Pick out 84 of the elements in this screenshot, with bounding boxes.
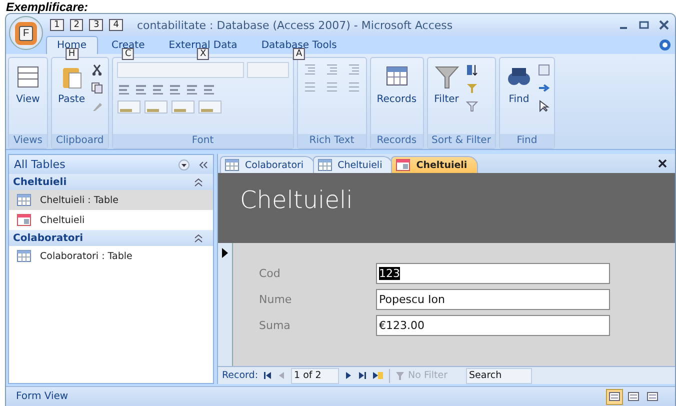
cut-icon[interactable] bbox=[91, 64, 103, 76]
form-title: Cheltuieli bbox=[240, 186, 353, 214]
ribbon-button[interactable]: Find bbox=[504, 62, 534, 107]
nav-item[interactable]: Colaboratori : Table bbox=[9, 246, 213, 266]
group-label: Views bbox=[9, 134, 47, 148]
current-record-icon bbox=[222, 248, 228, 258]
format-icon[interactable] bbox=[184, 82, 199, 96]
search-field[interactable]: Search bbox=[466, 368, 532, 384]
window-title: contabilitate : Database (Access 2007) - Microsoft Access bbox=[136, 18, 454, 32]
group-label: Records bbox=[370, 134, 423, 148]
group-label: Find bbox=[500, 134, 554, 148]
first-record-icon[interactable] bbox=[263, 371, 272, 380]
group-label: Sort & Filter bbox=[428, 134, 495, 148]
previous-record-icon bbox=[277, 371, 286, 380]
text-field[interactable]: €123.00 bbox=[376, 315, 610, 336]
dropdown-icon[interactable] bbox=[178, 158, 190, 170]
color-picker-icon[interactable] bbox=[116, 100, 141, 114]
color-picker-icon[interactable] bbox=[144, 100, 168, 114]
group-label: Clipboard bbox=[52, 134, 108, 148]
keytip: 1 bbox=[50, 19, 64, 31]
new-record-icon[interactable] bbox=[372, 371, 384, 380]
table-icon bbox=[17, 194, 31, 206]
keytip: X bbox=[196, 48, 210, 60]
record-label: Record: bbox=[222, 370, 258, 381]
keytip: C bbox=[122, 48, 134, 60]
arrow-icon[interactable] bbox=[538, 82, 550, 94]
format-icon[interactable] bbox=[116, 82, 131, 96]
document-tab[interactable]: Cheltuieli bbox=[391, 156, 478, 173]
keytip: H bbox=[65, 48, 78, 60]
text-field[interactable]: 123 bbox=[376, 263, 610, 284]
field-label: Suma bbox=[259, 319, 292, 332]
close-icon[interactable] bbox=[658, 159, 667, 168]
last-record-icon[interactable] bbox=[358, 371, 368, 380]
collapse-icon[interactable] bbox=[198, 160, 208, 170]
nav-item[interactable]: Cheltuieli bbox=[9, 210, 213, 230]
filter-icon[interactable] bbox=[466, 82, 478, 94]
ribbon-button[interactable]: Filter bbox=[432, 62, 462, 107]
funnel-icon bbox=[395, 370, 406, 380]
collapse-icon[interactable] bbox=[194, 234, 203, 242]
document-tab[interactable]: Cheltuieli bbox=[312, 156, 394, 173]
maximize-icon[interactable] bbox=[639, 20, 649, 30]
group-label: Font bbox=[112, 134, 293, 148]
keytip: A bbox=[293, 48, 306, 60]
filter-icon[interactable] bbox=[466, 100, 478, 112]
table-icon bbox=[318, 159, 332, 171]
copy-icon[interactable] bbox=[91, 82, 103, 94]
keytip: 3 bbox=[89, 19, 104, 31]
record-selector[interactable] bbox=[218, 243, 233, 366]
pane-title: All Tables bbox=[14, 158, 66, 171]
format-icon[interactable] bbox=[168, 82, 182, 96]
collapse-icon[interactable] bbox=[194, 178, 203, 186]
ribbon-button[interactable]: Paste bbox=[56, 62, 87, 107]
cursor-icon[interactable] bbox=[538, 100, 550, 112]
group-label: Rich Text bbox=[298, 134, 366, 148]
format-icon[interactable] bbox=[202, 82, 216, 96]
format-icon[interactable] bbox=[134, 82, 148, 96]
office-button[interactable]: F bbox=[9, 16, 43, 50]
document-tab[interactable]: Colaboratori bbox=[220, 156, 315, 173]
group-header[interactable]: Cheltuieli bbox=[13, 176, 67, 188]
view-button[interactable] bbox=[606, 388, 623, 404]
nav-item[interactable]: Cheltuieli : Table bbox=[9, 190, 213, 210]
keytip: 2 bbox=[70, 19, 84, 31]
form-view-icon bbox=[15, 64, 41, 90]
caption: Exemplificare: bbox=[5, 0, 88, 13]
keytip: 4 bbox=[109, 19, 123, 31]
ribbon-button[interactable]: View bbox=[13, 62, 43, 107]
form-icon bbox=[17, 214, 31, 226]
table-icon bbox=[17, 250, 31, 262]
field-label: Cod bbox=[259, 267, 282, 280]
next-record-icon[interactable] bbox=[344, 371, 354, 380]
funnel-icon bbox=[434, 64, 460, 90]
status-text: Form View bbox=[15, 391, 68, 402]
form-icon bbox=[396, 159, 410, 171]
close-icon[interactable] bbox=[659, 20, 669, 30]
table-icon bbox=[225, 159, 239, 171]
sort-icon[interactable] bbox=[466, 64, 478, 76]
record-number-field[interactable]: 1 of 2 bbox=[291, 368, 340, 384]
help-icon[interactable] bbox=[659, 39, 671, 51]
color-picker-icon[interactable] bbox=[198, 100, 222, 114]
text-field[interactable]: Popescu Ion bbox=[376, 289, 610, 310]
format-icon[interactable] bbox=[150, 82, 165, 96]
ribbon-button[interactable]: Records bbox=[374, 62, 419, 107]
field-label: Nume bbox=[259, 293, 293, 306]
color-picker-icon[interactable] bbox=[170, 100, 195, 114]
